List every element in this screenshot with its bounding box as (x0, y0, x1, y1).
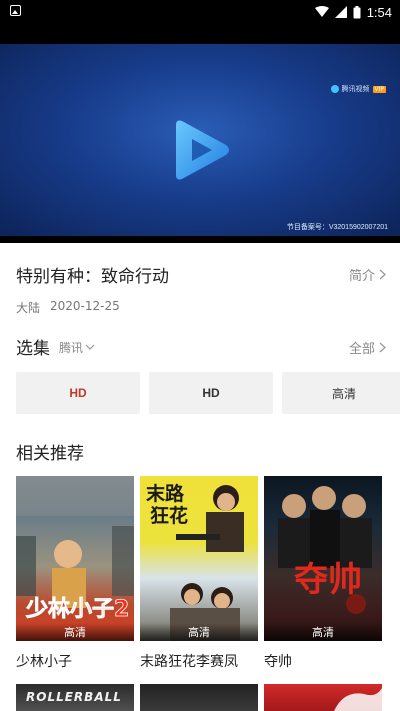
video-title: 特别有种：致命行动 (16, 267, 169, 287)
recommend-card[interactable]: 末路 狂花 高清 末路狂花李赛凤 (140, 476, 258, 671)
svg-text:狂花: 狂花 (150, 504, 188, 527)
episode-button[interactable]: 高清 (282, 372, 400, 414)
poster-text: ROLLERBALL (26, 690, 122, 704)
quality-tag: 高清 (140, 623, 258, 641)
poster-art: 夺帅 (278, 486, 372, 614)
chevron-down-icon (85, 344, 95, 350)
signal-icon (334, 6, 347, 18)
recommend-heading: 相关推荐 (16, 444, 84, 464)
logo-badge: VIP (372, 85, 386, 93)
record-number: 节目备案号：V32015902007201 (286, 224, 388, 231)
all-label: 全部 (348, 342, 375, 357)
status-icons: 1:54 (314, 3, 392, 21)
intro-label: 简介 (348, 269, 375, 284)
tencent-video-logo-icon (330, 85, 339, 93)
poster-art: 末路 狂花 (146, 482, 244, 641)
release-date: 2020-12-25 (50, 299, 120, 313)
poster-text: 少林小子2 (25, 597, 129, 622)
recommend-card[interactable]: 夺帅 高清 夺帅 (264, 476, 382, 671)
poster-art: 少林小子2 (16, 476, 134, 622)
chevron-right-icon (379, 342, 386, 353)
quality-tag: 高清 (16, 623, 134, 641)
video-frame[interactable]: 腾讯视频 VIP 节目备案号：V32015902007201 (0, 44, 400, 236)
poster-text: 夺帅 (294, 560, 362, 600)
logo-text: 腾讯视频 (341, 85, 370, 93)
all-episodes-button[interactable]: 全部 (349, 338, 386, 357)
source-dropdown[interactable]: 腾讯 (59, 339, 95, 356)
region: 大陆 (16, 301, 41, 315)
episode-list: HD HD 高清 (16, 372, 400, 414)
video-player[interactable]: 腾讯视频 VIP 节目备案号：V32015902007201 (0, 24, 400, 243)
video-meta: 大陆 2020-12-25 (16, 299, 120, 316)
source-label: 腾讯 (59, 341, 84, 355)
movie-name: 末路狂花李赛凤 (140, 654, 238, 670)
movie-poster[interactable]: 少林小子2 高清 (16, 476, 134, 641)
movie-name: 夺帅 (264, 654, 292, 670)
play-icon[interactable] (168, 119, 232, 181)
tencent-video-logo: 腾讯视频 VIP (330, 84, 386, 94)
clock: 1:54 (366, 4, 392, 20)
recommend-card-partial[interactable]: ROLLERBALL (16, 684, 134, 711)
recommend-card-partial[interactable] (140, 684, 258, 711)
battery-icon (353, 5, 361, 18)
episodes-heading: 选集 (16, 339, 50, 359)
poster-art (334, 688, 382, 711)
gallery-notification-icon (10, 5, 21, 16)
recommend-card[interactable]: 少林小子2 高清 少林小子 (16, 476, 134, 671)
recommend-card-partial[interactable] (264, 684, 382, 711)
intro-button[interactable]: 简介 (349, 265, 386, 284)
movie-name: 少林小子 (16, 654, 72, 670)
status-bar: 1:54 (0, 0, 400, 24)
episode-button[interactable]: HD (149, 372, 273, 414)
wifi-icon (314, 6, 329, 17)
episode-button[interactable]: HD (16, 372, 140, 414)
movie-poster[interactable]: 末路 狂花 高清 (140, 476, 258, 641)
svg-text:末路: 末路 (146, 482, 185, 505)
quality-tag: 高清 (264, 623, 382, 641)
chevron-right-icon (379, 269, 386, 280)
movie-poster[interactable]: 夺帅 高清 (264, 476, 382, 641)
